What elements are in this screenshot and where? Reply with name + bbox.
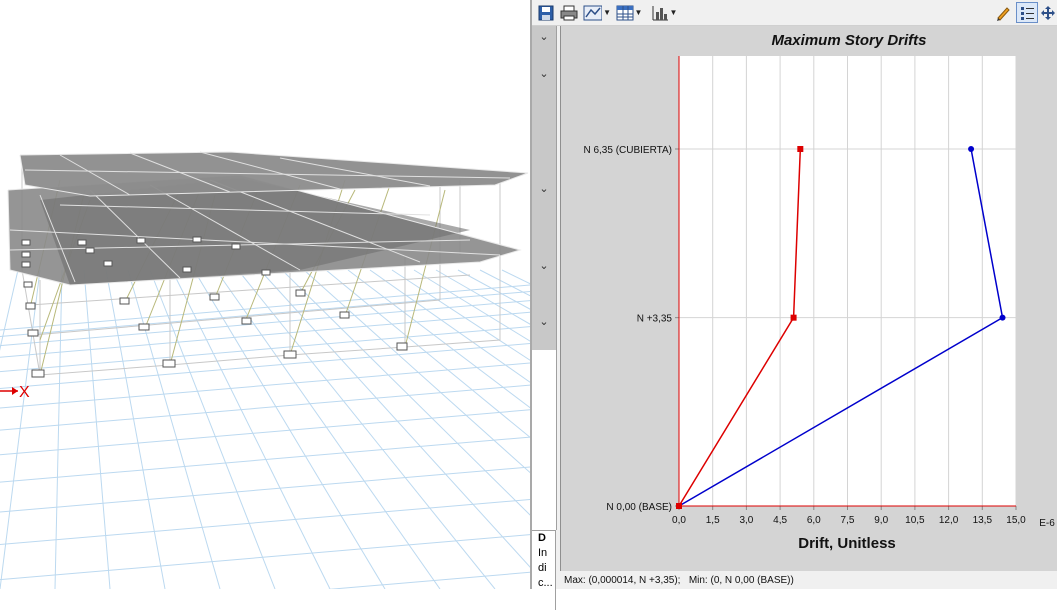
model-3d-view[interactable]: X bbox=[0, 0, 530, 589]
story-drift-panel: ▼ ▼ ▼ ⌄ ⌄ ⌄ ⌄ ⌄ D In di c... Maximum Sto… bbox=[532, 0, 1057, 610]
chart-frame: Maximum Story Drifts N 0,00 (BASE) N +3,3… bbox=[560, 26, 1057, 571]
info-line-3: di bbox=[538, 562, 547, 574]
x-tick-label: 9,0 bbox=[874, 515, 888, 526]
data-point bbox=[676, 503, 682, 509]
side-empty-area bbox=[532, 350, 557, 530]
chevron-down-icon[interactable]: ⌄ bbox=[532, 255, 556, 275]
x-tick-label: 1,5 bbox=[706, 515, 720, 526]
x-axis-labels: 0,0 1,5 3,0 4,5 6,0 7,5 9,0 10,5 12,0 13,5 15,0 bbox=[672, 515, 1026, 526]
chevron-down-icon[interactable]: ⌄ bbox=[532, 178, 556, 198]
y-axis-labels: N 0,00 (BASE) N +3,35 N 6,35 (CUBIERTA) bbox=[583, 145, 672, 513]
grid-line bbox=[303, 269, 530, 474]
grid-line bbox=[0, 291, 530, 337]
data-point bbox=[790, 314, 797, 321]
x-tick-label: 3,0 bbox=[739, 515, 753, 526]
grid-line bbox=[0, 466, 530, 513]
list-icon[interactable] bbox=[1016, 2, 1038, 23]
structure-3d-drawing: X bbox=[0, 151, 530, 589]
chevron-down-icon[interactable]: ⌄ bbox=[532, 63, 556, 83]
x-tick-label: 12,0 bbox=[939, 515, 959, 526]
grid-line bbox=[149, 269, 276, 589]
data-point bbox=[999, 314, 1006, 321]
display-options-icon[interactable]: ▼ bbox=[583, 2, 611, 23]
chevron-down-icon[interactable]: ⌄ bbox=[532, 311, 556, 331]
y-level-label: N 6,35 (CUBIERTA) bbox=[583, 145, 672, 156]
x-tick-label: 10,5 bbox=[905, 515, 925, 526]
grid-line bbox=[0, 534, 530, 581]
side-strip-area: ⌄ ⌄ ⌄ ⌄ ⌄ bbox=[532, 26, 557, 350]
x-tick-label: 4,5 bbox=[773, 515, 787, 526]
side-collapse-strip: ⌄ ⌄ ⌄ ⌄ ⌄ D In di c... bbox=[532, 26, 558, 610]
x-tick-label: 7,5 bbox=[841, 515, 855, 526]
grid-line bbox=[413, 269, 530, 342]
save-icon[interactable] bbox=[536, 2, 556, 23]
status-bar: Max: (0,000014, N +3,35); Min: (0, N 0,0… bbox=[560, 572, 1057, 589]
grid-line bbox=[127, 269, 221, 589]
slab-upper bbox=[19, 151, 529, 197]
plot-toolbar: ▼ ▼ ▼ bbox=[532, 0, 1057, 26]
x-tick-label: 13,5 bbox=[973, 515, 993, 526]
info-line-2: In bbox=[538, 547, 548, 559]
x-axis-title: Drift, Unitless bbox=[798, 535, 896, 552]
chevron-down-icon[interactable]: ⌄ bbox=[532, 26, 556, 46]
y-level-label: N +3,35 bbox=[637, 314, 673, 325]
data-point bbox=[968, 146, 975, 152]
grid-line bbox=[0, 499, 530, 545]
x-tick-label: 15,0 bbox=[1006, 515, 1026, 526]
floor-grid bbox=[0, 269, 530, 589]
x-tick-label: 0,0 bbox=[672, 515, 686, 526]
x-multiplier: E-6 bbox=[1039, 518, 1055, 529]
x-axis-label: X bbox=[19, 384, 30, 401]
data-point bbox=[797, 146, 804, 152]
grid-line bbox=[0, 409, 530, 456]
move-icon[interactable] bbox=[1039, 2, 1057, 23]
status-min: Min: (0, N 0,00 (BASE)) bbox=[688, 575, 794, 586]
table-icon[interactable]: ▼ bbox=[615, 2, 643, 23]
grid-line bbox=[0, 436, 530, 483]
info-line-1: D bbox=[538, 532, 546, 544]
grid-line bbox=[327, 571, 530, 589]
chart-options-icon[interactable]: ▼ bbox=[650, 2, 678, 23]
pencil-icon[interactable] bbox=[994, 2, 1012, 23]
grid-line bbox=[54, 269, 63, 589]
grid-line bbox=[105, 269, 166, 589]
x-tick-label: 6,0 bbox=[807, 515, 821, 526]
print-icon[interactable] bbox=[559, 2, 579, 23]
status-max: Max: (0,000014, N +3,35); bbox=[564, 575, 681, 586]
grid-line bbox=[237, 269, 496, 589]
y-level-label: N 0,00 (BASE) bbox=[606, 502, 672, 513]
drift-chart[interactable]: Maximum Story Drifts N 0,00 (BASE) N +3,3… bbox=[561, 26, 1057, 571]
grid-line bbox=[0, 326, 530, 373]
grid-line bbox=[479, 269, 530, 297]
grid-line bbox=[83, 269, 111, 589]
grid-line bbox=[0, 384, 530, 431]
chart-title: Maximum Story Drifts bbox=[771, 32, 926, 49]
side-info-box: D In di c... bbox=[532, 530, 556, 610]
